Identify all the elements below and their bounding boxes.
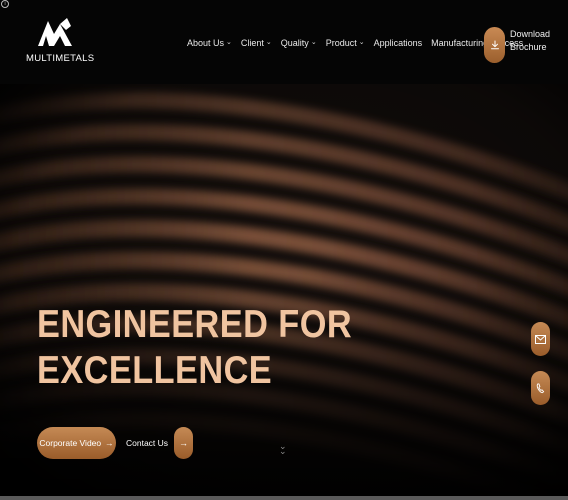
logo-mark-icon	[38, 18, 72, 46]
corporate-video-label: Corporate Video	[39, 438, 102, 448]
mail-icon[interactable]	[531, 322, 550, 356]
info-icon[interactable]: i	[1, 0, 9, 8]
arrow-right-icon: →	[105, 438, 114, 448]
headline-line-2: EXCELLENCE	[37, 349, 273, 392]
nav-label: About Us	[187, 38, 225, 48]
chevron-down-icon: ⌄	[310, 39, 317, 46]
hero-headline: ENGINEERED FOR EXCELLENCE	[37, 302, 352, 394]
nav-label: Quality	[280, 38, 309, 48]
contact-us-button[interactable]: Contact Us →	[126, 427, 194, 459]
brand-logo[interactable]: MULTIMETALS	[26, 18, 94, 66]
site-header: i MULTIMETALS About Us ⌄ Client ⌄ Qualit…	[0, 0, 568, 84]
nav-label: Client	[240, 38, 264, 48]
main-nav: About Us ⌄ Client ⌄ Quality ⌄ Product ⌄ …	[187, 38, 523, 48]
nav-item-about-us[interactable]: About Us ⌄	[187, 38, 232, 48]
chevron-down-icon: ⌄	[358, 39, 365, 46]
nav-item-quality[interactable]: Quality ⌄	[281, 38, 317, 48]
contact-us-label: Contact Us	[126, 438, 169, 448]
headline-line-1: ENGINEERED FOR	[37, 303, 353, 346]
nav-item-product[interactable]: Product ⌄	[326, 38, 365, 48]
brand-name: MULTIMETALS	[26, 53, 95, 64]
download-brochure-button[interactable]: Download Brochure	[484, 27, 566, 65]
arrow-right-icon: →	[174, 427, 194, 459]
chevron-down-icon: ⌄	[226, 39, 232, 46]
nav-label: Product	[325, 38, 357, 48]
download-icon	[484, 27, 505, 63]
download-label-line1: Download	[510, 29, 551, 39]
download-brochure-label: Download Brochure	[510, 28, 560, 54]
scroll-down-icon[interactable]: ⌄ ⌄	[279, 442, 287, 456]
phone-icon[interactable]	[531, 371, 550, 405]
horizontal-scrollbar[interactable]	[0, 496, 568, 500]
corporate-video-button[interactable]: Corporate Video →	[37, 427, 116, 459]
nav-item-client[interactable]: Client ⌄	[241, 38, 272, 48]
chevron-down-icon: ⌄	[265, 39, 272, 46]
nav-label: Applications	[373, 38, 423, 48]
download-label-line2: Brochure	[510, 42, 547, 52]
nav-item-applications[interactable]: Applications	[374, 38, 423, 48]
